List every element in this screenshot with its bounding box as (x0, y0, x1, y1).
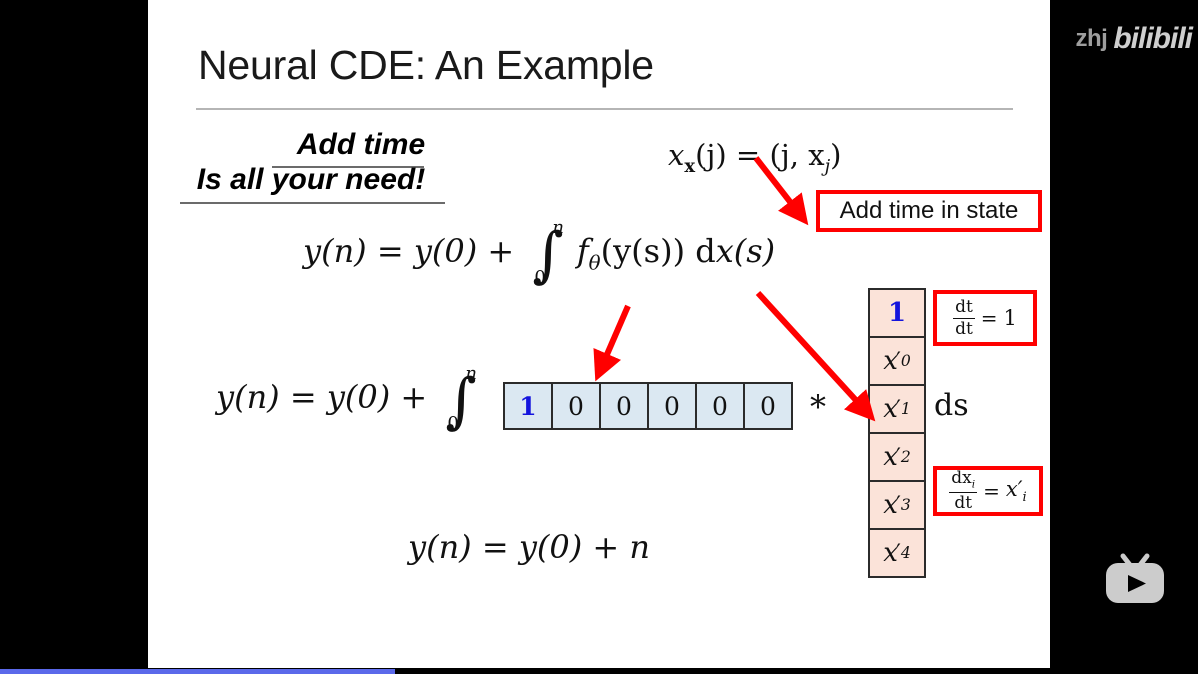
integral-symbol: ∫ n 0 (532, 217, 564, 290)
column-vector-cell: x ′ 0 (870, 338, 924, 386)
column-vector-cell-sub: 0 (900, 352, 911, 370)
page-title: Neural CDE: An Example (198, 42, 654, 88)
column-vector-cell: x ′ 3 (870, 482, 924, 530)
eq1-y0: y(0) (413, 232, 478, 270)
multiplication-asterisk: * (810, 388, 826, 426)
callout-dtdt-math: dt dt = 1 (953, 298, 1017, 338)
fraction-numerator-base: dx (951, 468, 972, 489)
differential-ds: ds (934, 388, 969, 423)
eq1-plus: + (487, 232, 515, 270)
eq3-plus: + (592, 528, 620, 566)
bilibili-tv-logo (1106, 553, 1164, 603)
callout-dt-over-dt: dt dt = 1 (933, 290, 1037, 346)
eq1-integrand-arg: (y(s)) (600, 232, 686, 270)
column-vector-cell: x ′ 4 (870, 530, 924, 576)
title-divider (196, 108, 1013, 110)
eq3-y0: y(0) (518, 528, 583, 566)
column-vector-cell-sub: 4 (900, 544, 911, 562)
integral-symbol: ∫ n 0 (445, 363, 477, 436)
row-vector-cell: 0 (697, 384, 745, 428)
callout-dxdt-math: dxi dt = x′i (949, 468, 1027, 514)
column-vector-cell-sub: 2 (900, 448, 911, 466)
video-player[interactable]: Neural CDE: An Example Add time Is all y… (0, 0, 1198, 674)
equation-x-definition: xx(j) = (j, xj) (668, 138, 841, 177)
eq1-measure-x: x(s) (715, 232, 776, 270)
fraction-dt-dt: dt dt (953, 298, 975, 338)
eq-xx-rhs-close: ) (830, 138, 842, 172)
row-vector-cell: 0 (649, 384, 697, 428)
callout-dxdt-result-base: x (1005, 476, 1018, 501)
eq1-measure-d: d (695, 232, 716, 270)
eq1-equals: = (376, 232, 404, 270)
progress-bar-fill[interactable] (0, 669, 396, 674)
column-vector-cell-sub: 3 (900, 496, 911, 514)
callout-dxdt-equals: = (983, 479, 1000, 503)
fraction-denominator: dt (955, 318, 973, 339)
eq1-lhs: y(n) (303, 232, 367, 270)
eq-xx-lhs-sub: x (684, 155, 696, 177)
column-vector: 1 x ′ 0 x ′ 1 x ′ 2 x ′ 3 x ′ 4 (868, 288, 926, 578)
callout-dtdt-result: 1 (1003, 306, 1017, 330)
eq3-rhs: n (629, 528, 650, 566)
slide-canvas: Neural CDE: An Example Add time Is all y… (148, 0, 1050, 668)
column-vector-cell: x ′ 1 (870, 386, 924, 434)
eq2-plus: + (400, 378, 428, 416)
column-vector-cell: x ′ 2 (870, 434, 924, 482)
row-vector-cell: 1 (505, 384, 553, 428)
column-vector-cell: 1 (870, 290, 924, 338)
headline-underline-2 (180, 202, 445, 204)
watermark-uploader: zhj (1075, 25, 1108, 52)
watermark-brand: bilibili (1113, 22, 1193, 55)
fraction-numerator: dxi (949, 468, 978, 494)
row-vector-cell: 0 (553, 384, 601, 428)
eq3-equals: = (481, 528, 509, 566)
eq-xx-rhs-open: (j, x (769, 138, 825, 172)
column-vector-cell-base: 1 (887, 298, 907, 328)
ds-text: ds (934, 388, 969, 423)
eq-xx-lhs-arg: (j) (695, 138, 727, 172)
progress-bar-track[interactable] (0, 669, 1198, 674)
arrow-to-row-vector (593, 304, 631, 382)
equation-cde-result: y(n) = y(0) + n (408, 528, 650, 566)
eq1-f: f (576, 232, 589, 270)
callout-add-time-label: Add time in state (839, 197, 1019, 224)
integral-upper-limit: n (465, 363, 477, 384)
watermark: zhj bilibili (1076, 22, 1193, 56)
headline-line-2: Is all your need! (196, 163, 426, 196)
equation-cde-general: y(n) = y(0) + ∫ n 0 fθ(y(s)) dx(s) (303, 217, 776, 290)
eq2-lhs: y(n) (216, 378, 280, 416)
fraction-numerator: dt (953, 297, 975, 319)
headline-line-1: Add time (296, 128, 426, 161)
row-vector-cell: 0 (760, 391, 776, 421)
integral-lower-limit: 0 (534, 267, 546, 289)
eq-xx-lhs-var: x (668, 138, 685, 172)
equation-cde-expanded: y(n) = y(0) + ∫ n 0 (216, 363, 480, 436)
eq3-lhs: y(n) (408, 528, 472, 566)
callout-dxdt-result-sub: i (1022, 490, 1027, 506)
fraction-dxi-dt: dxi dt (949, 468, 978, 514)
callout-dxdt-result: x′i (1006, 477, 1027, 505)
eq-xx-equals: = (735, 138, 761, 172)
callout-dxi-over-dt: dxi dt = x′i (933, 466, 1043, 516)
eq2-y0: y(0) (326, 378, 391, 416)
row-vector: 1 0 0 0 0 0 (503, 382, 793, 430)
column-vector-cell-sub: 1 (900, 400, 911, 418)
integral-lower-limit: 0 (447, 413, 459, 435)
row-vector-cell: 0 (601, 384, 649, 428)
callout-dtdt-equals: = (980, 306, 998, 330)
fraction-denominator: dt (954, 493, 973, 514)
integral-upper-limit: n (552, 217, 564, 238)
fraction-numerator-sub: i (971, 478, 976, 491)
callout-add-time-in-state: Add time in state (816, 190, 1042, 232)
eq2-equals: = (289, 378, 317, 416)
eq1-theta: θ (588, 251, 601, 275)
